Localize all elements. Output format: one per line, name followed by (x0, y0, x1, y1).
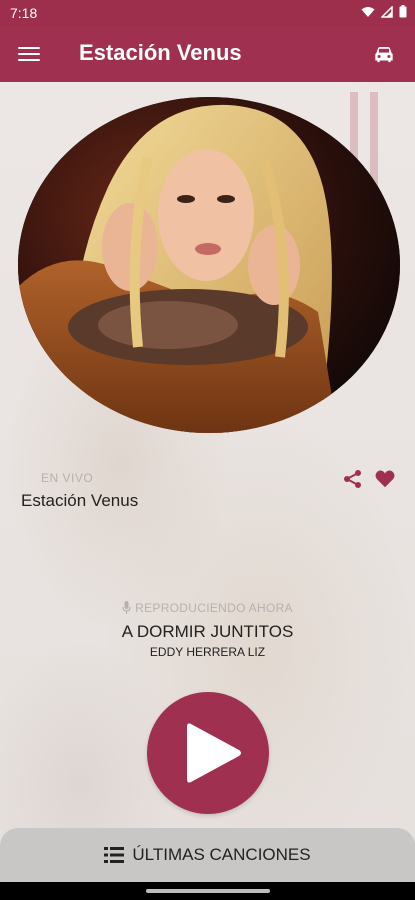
song-artist: EDDY HERRERA LIZ (149, 645, 266, 659)
now-playing-label: REPRODUCIENDO AHORA (0, 601, 415, 615)
signal-icon (381, 5, 393, 18)
system-navigation-bar (0, 882, 415, 900)
album-cover-image[interactable] (18, 97, 400, 433)
recent-songs-bar[interactable]: ÚLTIMAS CANCIONES (0, 828, 415, 882)
share-icon[interactable] (343, 469, 363, 489)
favorite-heart-icon[interactable] (374, 468, 396, 490)
car-icon[interactable] (371, 41, 397, 67)
play-icon (187, 723, 241, 783)
live-label: EN VIVO (41, 471, 94, 485)
app-bar: Estación Venus (0, 26, 415, 82)
microphone-icon (122, 601, 131, 614)
battery-icon (399, 5, 407, 18)
app-title: Estación Venus (79, 40, 242, 65)
list-icon (104, 847, 125, 863)
hamburger-menu-icon[interactable] (18, 43, 40, 65)
status-bar: 7:18 (0, 0, 415, 26)
station-name: Estación Venus (21, 491, 139, 510)
song-title: A DORMIR JUNTITOS (121, 622, 294, 641)
system-icons (361, 5, 407, 18)
play-button[interactable] (147, 692, 269, 814)
status-time: 7:18 (10, 5, 38, 21)
now-playing-text: REPRODUCIENDO AHORA (135, 601, 293, 615)
home-gesture-pill[interactable] (146, 889, 270, 893)
wifi-icon (361, 6, 375, 17)
recent-songs-label: ÚLTIMAS CANCIONES (132, 845, 311, 864)
